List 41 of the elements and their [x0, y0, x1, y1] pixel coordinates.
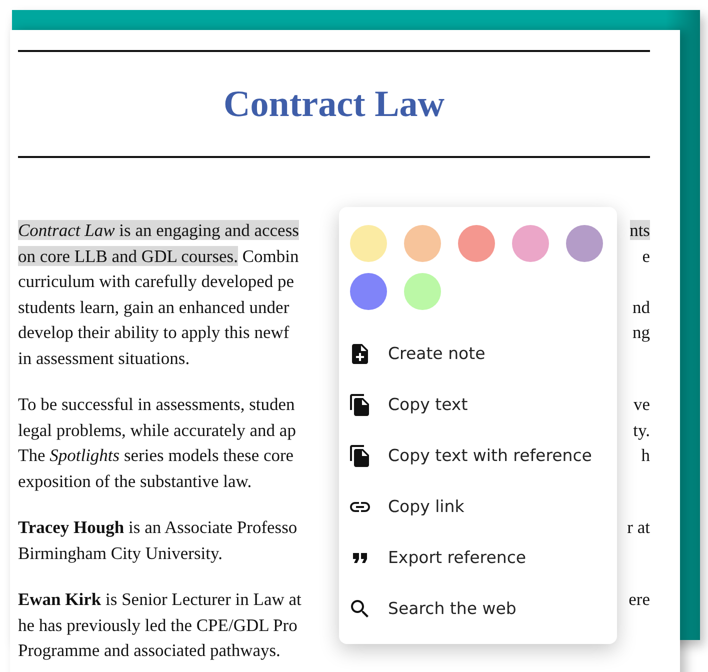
menu-item[interactable]: Copy text: [350, 379, 617, 430]
body-text: Tracey Hough is an Associate Professo: [18, 517, 298, 537]
body-text: nd: [632, 296, 650, 316]
menu-item[interactable]: Copy text with reference: [350, 430, 617, 481]
body-text: ve: [633, 394, 650, 414]
body-text: develop their ability to apply this newf: [18, 322, 290, 342]
menu-item[interactable]: Copy link: [350, 481, 617, 532]
highlight-color-swatch[interactable]: [566, 225, 603, 262]
highlight-color-swatch[interactable]: [350, 225, 387, 262]
body-text: e: [642, 246, 650, 266]
body-text: h: [641, 445, 650, 465]
highlight-color-swatch[interactable]: [404, 225, 441, 262]
body-text: exposition of the substantive law.: [18, 470, 252, 490]
page-title: Contract Law: [222, 82, 446, 126]
body-text: Birmingham City University.: [18, 542, 222, 562]
body-text: in assessment situations.: [18, 348, 190, 368]
body-text: Programme and associated pathways.: [18, 640, 280, 660]
copy-icon: [348, 444, 372, 468]
highlighted-text: on core LLB and GDL courses.: [18, 246, 238, 266]
body-text: To be successful in assessments, studen: [18, 394, 295, 414]
body-text: ng: [632, 322, 650, 342]
body-text: he has previously led the CPE/GDL Pro: [18, 614, 298, 634]
body-text: curriculum with carefully developed pe: [18, 271, 294, 291]
menu-item[interactable]: Create note: [350, 328, 617, 379]
body-text: ere: [628, 589, 650, 609]
copy-icon: [348, 392, 372, 416]
body-text: legal problems, while accurately and ap: [18, 420, 296, 440]
highlight-color-swatch[interactable]: [350, 273, 387, 310]
highlight-color-swatch[interactable]: [458, 225, 495, 262]
body-text: Ewan Kirk is Senior Lecturer in Law at: [18, 589, 302, 609]
body-text: students learn, gain an enhanced under: [18, 296, 290, 316]
body-text: r at: [627, 517, 650, 537]
body-text: Combin: [241, 246, 299, 266]
menu-item[interactable]: Export reference: [350, 532, 617, 583]
body-text: The Spotlights series models these core: [18, 445, 294, 465]
body-text: ty.: [633, 420, 650, 440]
menu-item[interactable]: Search the web: [350, 583, 617, 634]
highlighted-text: Contract Law is an engaging and access: [18, 220, 299, 240]
highlight-color-swatch[interactable]: [404, 273, 441, 310]
highlighted-text: nts: [630, 220, 650, 240]
highlight-color-swatch[interactable]: [512, 225, 549, 262]
